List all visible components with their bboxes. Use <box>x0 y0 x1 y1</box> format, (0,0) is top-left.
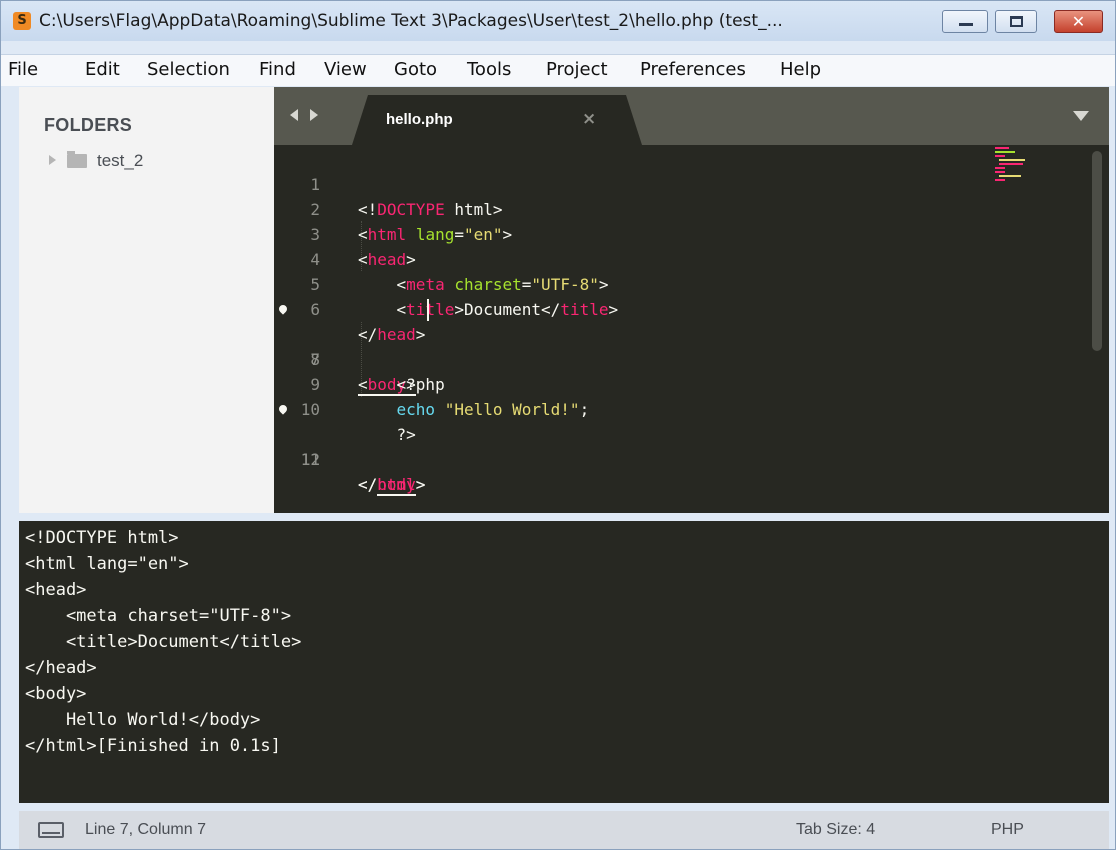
bookmark-icon <box>277 403 289 415</box>
output-line: <meta charset="UTF-8"> <box>25 606 292 626</box>
folders-header: FOLDERS <box>44 115 133 135</box>
output-line: <body> <box>25 684 87 704</box>
editor-pane[interactable]: hello.php × 1 <!DOCTYPE html> 2 <html la… <box>274 87 1109 513</box>
code-line: 7 <body> <box>274 297 1089 396</box>
code-line: 1 <!DOCTYPE html> <box>274 147 1089 219</box>
menu-file[interactable]: File <box>8 59 38 81</box>
panel-toggle-icon[interactable] <box>38 822 64 838</box>
tab-label: hello.php <box>386 111 453 128</box>
code-line: 2 <html lang="en"> <box>274 172 1089 244</box>
folder-label: test_2 <box>97 151 144 170</box>
code-line: 10 ?> <box>274 372 1089 444</box>
tab-navigation <box>290 109 328 123</box>
minimize-icon <box>959 23 973 26</box>
menu-edit[interactable]: Edit <box>85 59 120 81</box>
output-line: </head> <box>25 658 97 678</box>
minimap[interactable] <box>995 145 1040 185</box>
output-line: <html lang="en"> <box>25 554 189 574</box>
expand-arrow-icon[interactable] <box>49 155 56 165</box>
close-button[interactable]: ✕ <box>1054 10 1103 33</box>
code-line: 4 <meta charset="UTF-8"> <box>274 222 1089 294</box>
code-line: 5 <title>Document</title> <box>274 247 1089 319</box>
menu-tools[interactable]: Tools <box>467 59 511 81</box>
sidebar: FOLDERS test_2 <box>19 87 274 513</box>
title-bar[interactable]: S C:\Users\Flag\AppData\Roaming\Sublime … <box>1 1 1115 41</box>
folder-icon <box>67 151 87 168</box>
menu-goto[interactable]: Goto <box>394 59 437 81</box>
minimize-button[interactable] <box>942 10 988 33</box>
sublime-text-icon: S <box>13 12 31 30</box>
code-line: 12 </html> <box>274 422 1089 494</box>
output-line: Hello World!</body> <box>25 710 261 730</box>
code-area[interactable]: 1 <!DOCTYPE html> 2 <html lang="en"> 3 <… <box>274 145 1109 513</box>
code-line: 9 echo "Hello World!"; <box>274 347 1089 419</box>
output-line: <title>Document</title> <box>25 632 302 652</box>
output-line: <head> <box>25 580 87 600</box>
menu-project[interactable]: Project <box>546 59 608 81</box>
maximize-button[interactable] <box>995 10 1037 33</box>
build-output-panel: <!DOCTYPE html> <html lang="en"> <head> … <box>19 521 1109 803</box>
menu-preferences[interactable]: Preferences <box>640 59 746 81</box>
window-title: C:\Users\Flag\AppData\Roaming\Sublime Te… <box>39 11 783 31</box>
code-line: 8 <?php <box>274 322 1089 394</box>
menu-view[interactable]: View <box>324 59 367 81</box>
menu-help[interactable]: Help <box>780 59 821 81</box>
close-icon: ✕ <box>1071 12 1086 31</box>
tab-hello-php[interactable]: hello.php × <box>352 95 642 145</box>
tab-bar: hello.php × <box>274 87 1109 145</box>
menu-find[interactable]: Find <box>259 59 296 81</box>
vertical-scrollbar[interactable] <box>1092 151 1102 351</box>
tab-scroll-right-icon[interactable] <box>310 109 318 121</box>
tab-size-indicator[interactable]: Tab Size: 4 <box>796 820 875 840</box>
tab-list-dropdown-icon[interactable] <box>1073 111 1089 121</box>
output-line: </html>[Finished in 0.1s] <box>25 736 281 756</box>
menu-selection[interactable]: Selection <box>147 59 230 81</box>
tab-close-icon[interactable]: × <box>582 108 596 130</box>
cursor-position: Line 7, Column 7 <box>85 821 206 838</box>
syntax-indicator[interactable]: PHP <box>991 820 1024 840</box>
line-number: 12 <box>300 450 320 469</box>
maximize-icon <box>1010 16 1023 27</box>
code-line: 11 </body> <box>274 397 1089 496</box>
output-line: <!DOCTYPE html> <box>25 528 179 548</box>
code-text: </html> <box>358 475 426 494</box>
code-line: 6 </head> <box>274 272 1089 344</box>
code-line: 3 <head> <box>274 197 1089 269</box>
menu-bar: File Edit Selection Find View Goto Tools… <box>1 54 1115 86</box>
bookmark-icon <box>277 303 289 315</box>
text-caret <box>427 299 429 321</box>
tab-scroll-left-icon[interactable] <box>290 109 298 121</box>
status-bar: Line 7, Column 7 Tab Size: 4 PHP <box>19 811 1109 849</box>
app-window: S C:\Users\Flag\AppData\Roaming\Sublime … <box>0 0 1116 850</box>
